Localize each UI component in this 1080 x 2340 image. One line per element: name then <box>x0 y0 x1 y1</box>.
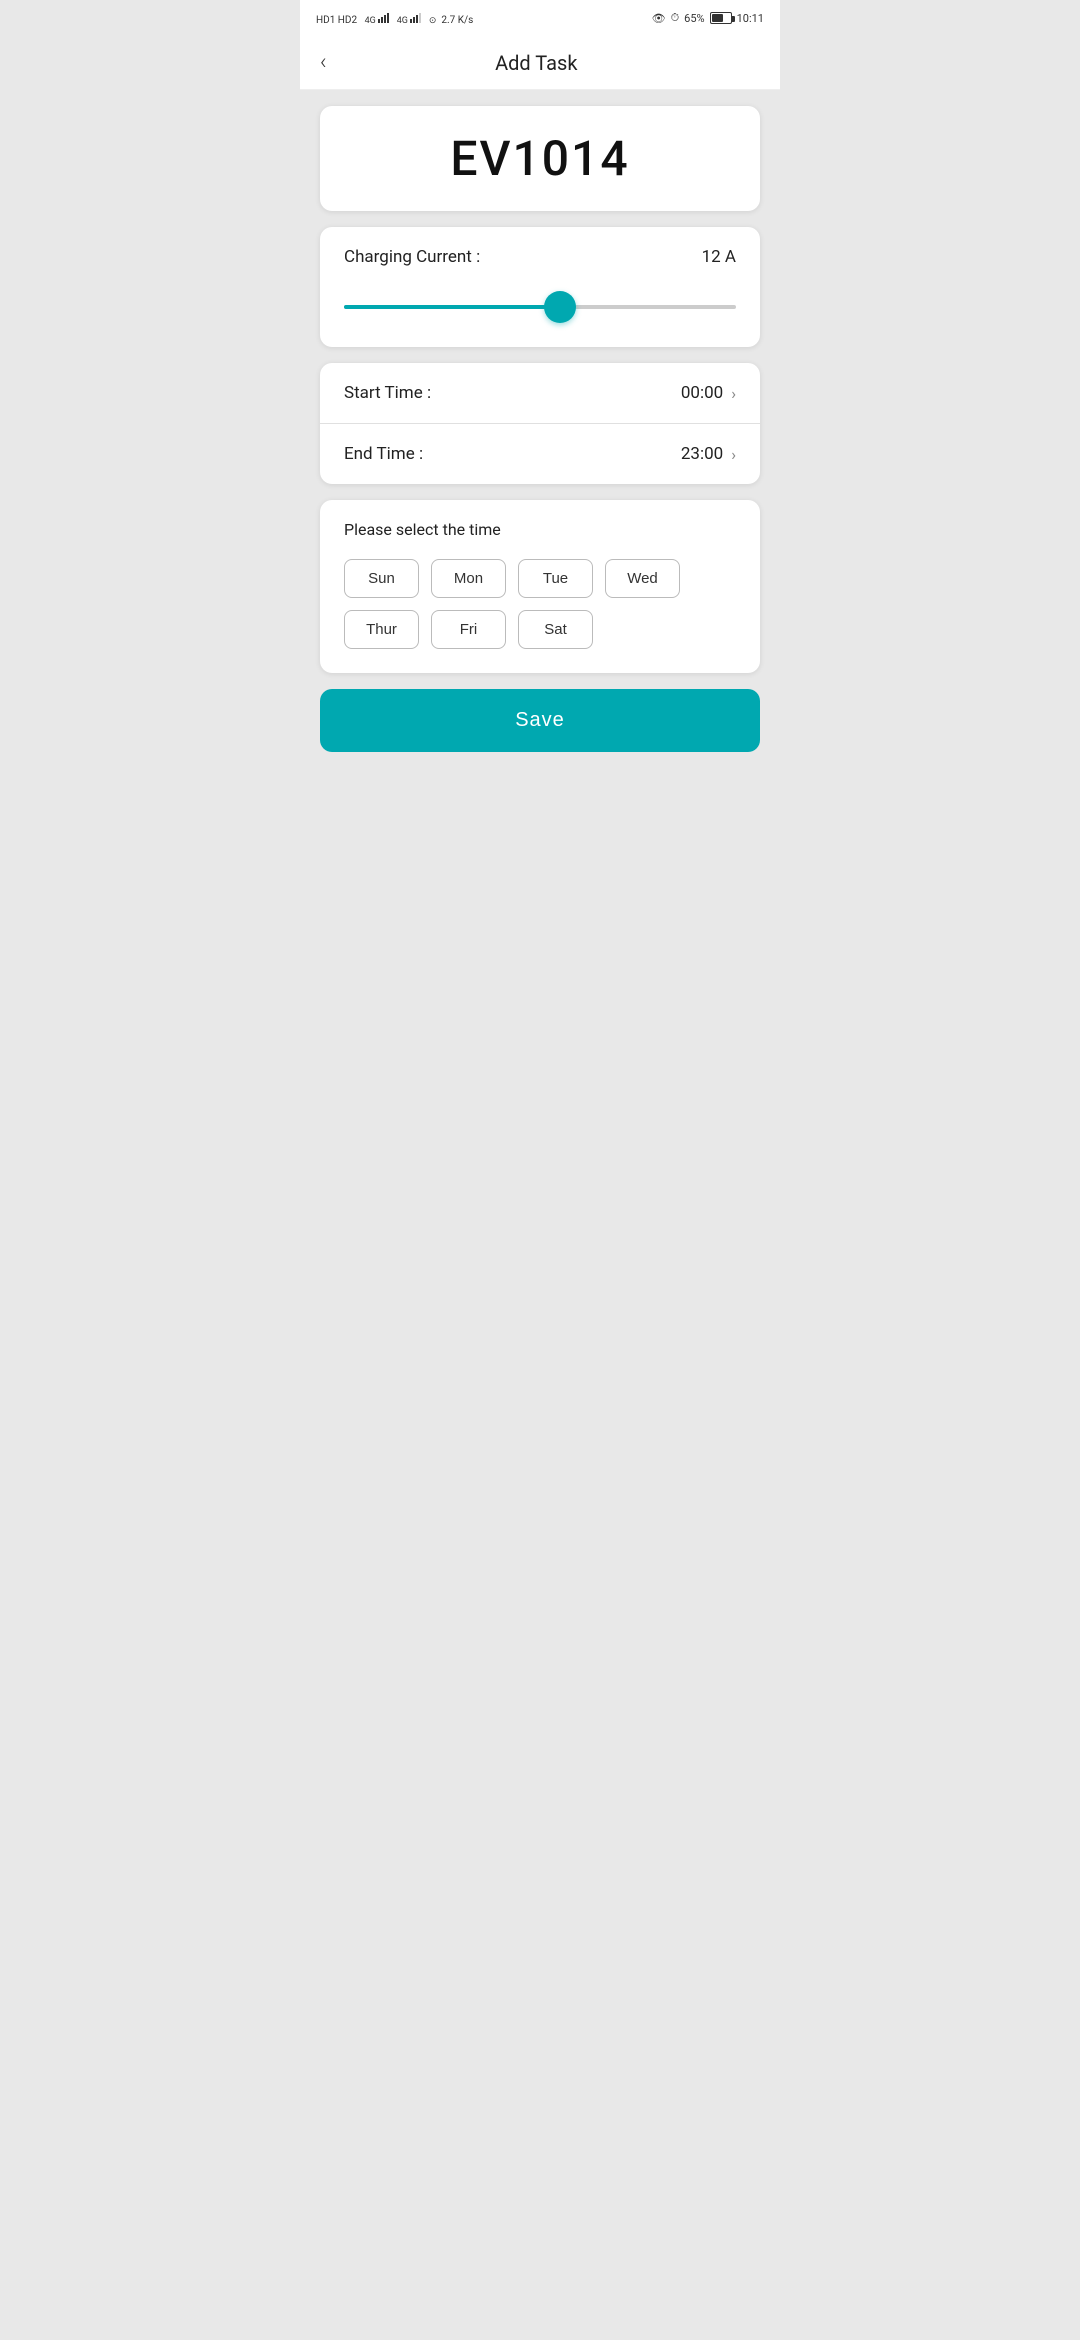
slider-container[interactable] <box>344 287 736 327</box>
battery-icon <box>710 12 732 24</box>
end-time-value: 23:00 <box>681 444 723 464</box>
end-time-value-group: 23:00 › <box>681 444 736 464</box>
day-button-thur[interactable]: Thur <box>344 610 419 649</box>
charging-current-label: Charging Current : <box>344 247 480 267</box>
charging-current-card: Charging Current : 12 A <box>320 227 760 347</box>
day-select-label: Please select the time <box>344 520 736 539</box>
day-button-fri[interactable]: Fri <box>431 610 506 649</box>
battery-percent: 65% <box>684 12 704 25</box>
end-time-row[interactable]: End Time : 23:00 › <box>320 424 760 484</box>
back-button[interactable]: ‹ <box>320 50 343 75</box>
status-left: HD1 HD2 4G 4G ⊙ 2.7 K/s <box>316 11 473 26</box>
start-time-label: Start Time : <box>344 383 431 403</box>
day-select-card: Please select the time Sun Mon Tue Wed T… <box>320 500 760 673</box>
start-time-row[interactable]: Start Time : 00:00 › <box>320 363 760 424</box>
charging-current-value: 12 A <box>702 247 736 267</box>
day-row-1: Sun Mon Tue Wed <box>344 559 736 598</box>
start-time-value: 00:00 <box>681 383 723 403</box>
ev-id: EV1014 <box>450 130 629 187</box>
end-time-chevron-icon: › <box>731 445 736 464</box>
time-display: 10:11 <box>737 12 764 25</box>
signal-indicators: HD1 HD2 4G 4G ⊙ 2.7 K/s <box>316 11 473 26</box>
day-button-mon[interactable]: Mon <box>431 559 506 598</box>
day-button-wed[interactable]: Wed <box>605 559 680 598</box>
time-card: Start Time : 00:00 › End Time : 23:00 › <box>320 363 760 484</box>
alarm-icon: ⏱ <box>671 11 680 25</box>
day-button-sat[interactable]: Sat <box>518 610 593 649</box>
status-right: 👁 ⏱ 65% 10:11 <box>652 11 764 25</box>
save-button[interactable]: Save <box>320 689 760 752</box>
end-time-label: End Time : <box>344 444 423 464</box>
header: ‹ Add Task <box>300 36 780 90</box>
day-row-2: Thur Fri Sat <box>344 610 736 649</box>
status-bar: HD1 HD2 4G 4G ⊙ 2.7 K/s 👁 ⏱ 65% <box>300 0 780 36</box>
main-content: EV1014 Charging Current : 12 A Start Tim… <box>300 90 780 768</box>
charging-header: Charging Current : 12 A <box>344 247 736 267</box>
start-time-chevron-icon: › <box>731 384 736 403</box>
page-title: Add Task <box>343 51 730 75</box>
eye-icon: 👁 <box>652 12 666 25</box>
start-time-value-group: 00:00 › <box>681 383 736 403</box>
day-button-tue[interactable]: Tue <box>518 559 593 598</box>
day-button-sun[interactable]: Sun <box>344 559 419 598</box>
ev-id-card: EV1014 <box>320 106 760 211</box>
